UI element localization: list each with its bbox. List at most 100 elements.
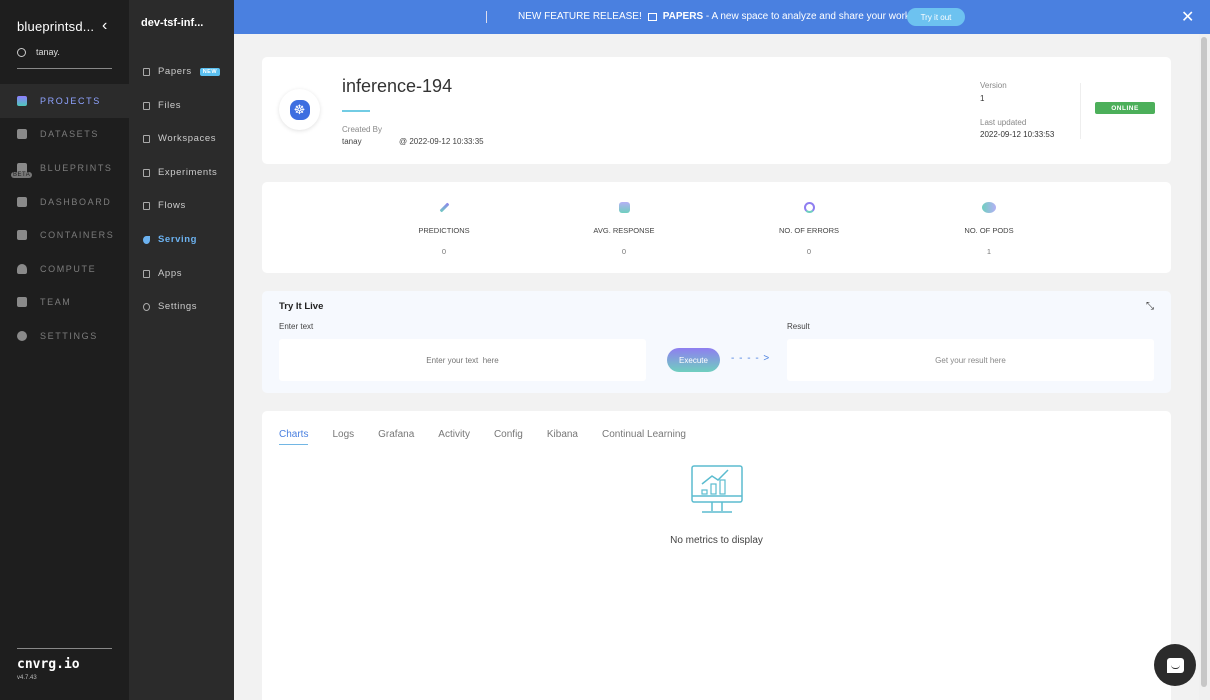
- nav-compute[interactable]: COMPUTE: [0, 252, 129, 286]
- kubernetes-logo: ☸: [279, 89, 320, 130]
- collapse-sidebar-icon[interactable]: ‹: [102, 17, 107, 35]
- stat-label: NO. OF PODS: [964, 226, 1014, 235]
- serving-icon: [143, 235, 150, 244]
- try-it-out-button[interactable]: Try it out: [907, 8, 965, 26]
- nav-settings[interactable]: SETTINGS: [0, 319, 129, 353]
- project-name[interactable]: dev-tsf-inf...: [141, 17, 203, 29]
- subnav-label: Flows: [158, 200, 186, 211]
- chat-widget-button[interactable]: [1154, 644, 1196, 686]
- stat-label: AVG. RESPONSE: [593, 226, 655, 235]
- nav-dashboard[interactable]: DASHBOARD: [0, 185, 129, 219]
- divider: [17, 68, 112, 69]
- subnav-label: Apps: [158, 268, 183, 279]
- flows-icon: [143, 201, 150, 210]
- nav-team[interactable]: TEAM: [0, 286, 129, 320]
- endpoint-title: inference-194: [342, 76, 453, 96]
- try-it-live-card: Try It Live ⤡ Enter text Execute - - - -…: [262, 291, 1171, 393]
- user-icon: [17, 47, 26, 57]
- beta-badge: BETA: [11, 172, 33, 179]
- stat-label: PREDICTIONS: [418, 226, 470, 235]
- arrow-icon: - - - - >: [731, 353, 771, 364]
- wand-icon: [439, 202, 449, 213]
- app-version: v4.7.43: [17, 675, 37, 681]
- subnav-label: Files: [158, 100, 182, 111]
- subnav-label: Settings: [158, 301, 198, 312]
- tab-activity[interactable]: Activity: [438, 429, 470, 445]
- banner-feature: PAPERS: [662, 11, 704, 22]
- created-at: @ 2022-09-12 10:33:35: [399, 137, 484, 146]
- nav-containers[interactable]: CONTAINERS: [0, 218, 129, 252]
- gear-icon: [143, 302, 150, 311]
- tab-logs[interactable]: Logs: [332, 429, 354, 445]
- subnav-experiments[interactable]: Experiments: [143, 167, 217, 178]
- chat-icon: [1166, 657, 1184, 673]
- tab-config[interactable]: Config: [494, 429, 523, 445]
- dashboard-icon: [17, 196, 27, 207]
- text-input[interactable]: [279, 339, 646, 381]
- divider: [17, 648, 112, 649]
- scrollbar-thumb[interactable]: [1201, 37, 1207, 687]
- input-label: Enter text: [279, 322, 314, 331]
- main-nav: PROJECTS DATASETS BLUEPRINTS BETA DASHBOA…: [0, 84, 129, 353]
- banner-prefix: NEW FEATURE RELEASE!: [518, 11, 642, 22]
- stat-avg-response: AVG. RESPONSE 0: [564, 202, 684, 256]
- endpoint-header-card: ☸ inference-194 Created By tanay @ 2022-…: [262, 57, 1171, 164]
- nav-blueprints[interactable]: BLUEPRINTS BETA: [0, 151, 129, 185]
- tab-grafana[interactable]: Grafana: [378, 429, 414, 445]
- subnav-flows[interactable]: Flows: [143, 200, 186, 211]
- team-icon: [17, 297, 27, 308]
- result-placeholder: Get your result here: [935, 355, 1006, 365]
- subnav-files[interactable]: Files: [143, 100, 181, 111]
- gears-icon: [17, 330, 27, 341]
- expand-icon[interactable]: ⤡: [1146, 301, 1154, 312]
- subnav-serving[interactable]: Serving: [143, 234, 197, 245]
- title-underline: [342, 110, 370, 112]
- kubernetes-icon: ☸: [289, 99, 310, 120]
- tab-kibana[interactable]: Kibana: [547, 429, 578, 445]
- flask-icon: [143, 168, 150, 177]
- subnav-label: Workspaces: [158, 133, 217, 144]
- nav-label: CONTAINERS: [40, 230, 115, 241]
- project-sidebar: dev-tsf-inf... Papers NEW Files Workspace…: [129, 0, 234, 700]
- papers-icon: [143, 67, 150, 76]
- nav-label: COMPUTE: [40, 263, 97, 274]
- file-icon: [143, 101, 150, 110]
- subnav-label: Experiments: [158, 167, 218, 178]
- version-label: Version: [980, 81, 1007, 90]
- version-value: 1: [980, 94, 985, 103]
- banner-text: NEW FEATURE RELEASE! PAPERS - A new spac…: [518, 11, 910, 22]
- tab-continual-learning[interactable]: Continual Learning: [602, 429, 686, 445]
- subnav-settings[interactable]: Settings: [143, 301, 197, 312]
- close-icon[interactable]: ✕: [1181, 7, 1194, 27]
- result-output: Get your result here: [787, 339, 1154, 381]
- pods-icon: [982, 202, 996, 213]
- stat-value: 0: [806, 247, 812, 256]
- execute-button[interactable]: Execute: [667, 348, 720, 372]
- datasets-icon: [17, 129, 27, 140]
- stat-value: 1: [986, 247, 992, 256]
- created-by-label: Created By: [342, 125, 383, 134]
- scrollbar[interactable]: [1199, 34, 1210, 700]
- user-name: tanay.: [36, 47, 60, 57]
- nav-label: DATASETS: [40, 129, 99, 140]
- tab-charts[interactable]: Charts: [279, 429, 309, 445]
- nav-label: SETTINGS: [40, 330, 98, 341]
- feature-banner: NEW FEATURE RELEASE! PAPERS - A new spac…: [234, 0, 1210, 34]
- stat-predictions: PREDICTIONS 0: [384, 202, 504, 256]
- tab-bar: Charts Logs Grafana Activity Config Kiba…: [279, 429, 710, 445]
- nav-projects[interactable]: PROJECTS: [0, 84, 129, 118]
- nav-datasets[interactable]: DATASETS: [0, 118, 129, 152]
- last-updated-label: Last updated: [980, 118, 1027, 127]
- subnav-papers[interactable]: Papers NEW: [143, 66, 221, 77]
- nav-label: BLUEPRINTS: [40, 162, 113, 173]
- user-info[interactable]: tanay.: [17, 47, 60, 57]
- try-it-live-title: Try It Live: [279, 301, 324, 312]
- nav-label: TEAM: [40, 297, 72, 308]
- org-name[interactable]: blueprintsd...: [17, 19, 94, 34]
- subnav-workspaces[interactable]: Workspaces: [143, 133, 216, 144]
- stats-card: PREDICTIONS 0 AVG. RESPONSE 0 NO. OF ERR…: [262, 182, 1171, 273]
- stat-value: 0: [621, 247, 627, 256]
- subnav-apps[interactable]: Apps: [143, 268, 182, 279]
- workspace-icon: [143, 134, 150, 143]
- stat-pods: NO. OF PODS 1: [929, 202, 1049, 256]
